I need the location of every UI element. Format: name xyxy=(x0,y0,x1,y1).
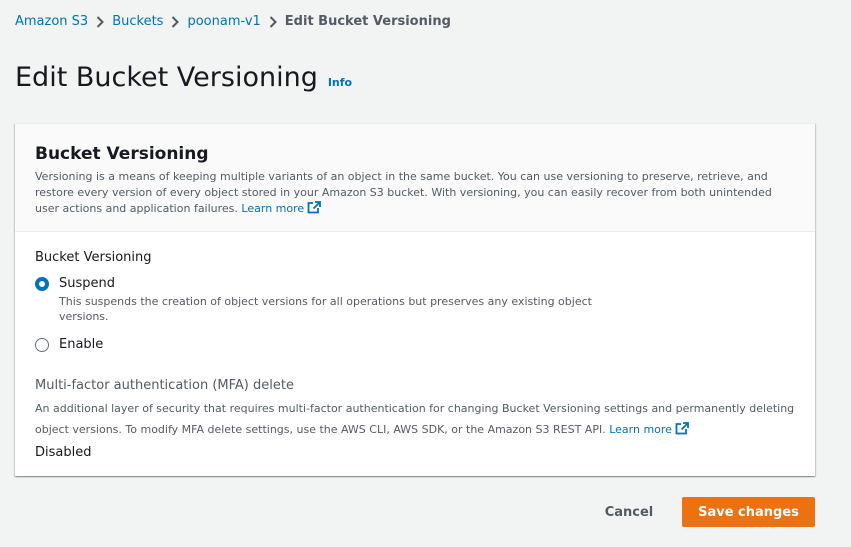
breadcrumb-link-bucket[interactable]: poonam-v1 xyxy=(187,13,260,31)
radio-label-enable: Enable xyxy=(59,337,104,352)
panel-body: Bucket Versioning Suspend This suspends … xyxy=(15,232,815,462)
radio-button-suspend[interactable] xyxy=(35,277,49,291)
learn-more-link[interactable]: Learn more xyxy=(241,201,322,215)
radio-option-enable[interactable]: Enable xyxy=(35,336,795,354)
chevron-right-icon xyxy=(163,16,187,28)
mfa-delete-description: An additional layer of security that req… xyxy=(35,398,795,440)
radio-option-suspend-text: Suspend This suspends the creation of ob… xyxy=(59,275,599,324)
mfa-delete-value: Disabled xyxy=(35,445,92,460)
radio-label-suspend: Suspend xyxy=(59,276,116,291)
breadcrumb-link-amazon-s3[interactable]: Amazon S3 xyxy=(15,13,88,31)
radio-option-suspend[interactable]: Suspend This suspends the creation of ob… xyxy=(35,275,795,324)
mfa-learn-more-link[interactable]: Learn more xyxy=(609,422,689,436)
page-header: Edit Bucket Versioning Info xyxy=(15,60,352,96)
external-link-icon xyxy=(307,201,322,214)
mfa-delete-label: Multi-factor authentication (MFA) delete xyxy=(35,378,294,393)
info-link[interactable]: Info xyxy=(328,76,352,89)
external-link-icon xyxy=(675,422,689,435)
chevron-right-icon xyxy=(88,16,112,28)
panel-header: Bucket Versioning Versioning is a means … xyxy=(15,124,815,232)
breadcrumb-current: Edit Bucket Versioning xyxy=(284,14,451,29)
radio-description-suspend: This suspends the creation of object ver… xyxy=(59,295,592,323)
bucket-versioning-panel: Bucket Versioning Versioning is a means … xyxy=(15,123,815,476)
save-changes-button[interactable]: Save changes xyxy=(682,497,815,527)
radio-button-enable[interactable] xyxy=(35,338,49,352)
panel-description-text: Versioning is a means of keeping multipl… xyxy=(35,170,772,215)
mfa-learn-more-label: Learn more xyxy=(609,423,672,436)
cancel-button[interactable]: Cancel xyxy=(590,497,668,527)
versioning-field-label: Bucket Versioning xyxy=(35,250,152,265)
learn-more-label: Learn more xyxy=(241,202,305,215)
chevron-right-icon xyxy=(261,16,285,28)
panel-title: Bucket Versioning xyxy=(35,144,209,164)
breadcrumb-link-buckets[interactable]: Buckets xyxy=(112,13,163,31)
page-title: Edit Bucket Versioning xyxy=(15,62,318,93)
panel-description: Versioning is a means of keeping multipl… xyxy=(35,169,795,217)
breadcrumb: Amazon S3 Buckets poonam-v1 Edit Bucket … xyxy=(15,13,451,31)
radio-option-enable-text: Enable xyxy=(59,336,103,354)
